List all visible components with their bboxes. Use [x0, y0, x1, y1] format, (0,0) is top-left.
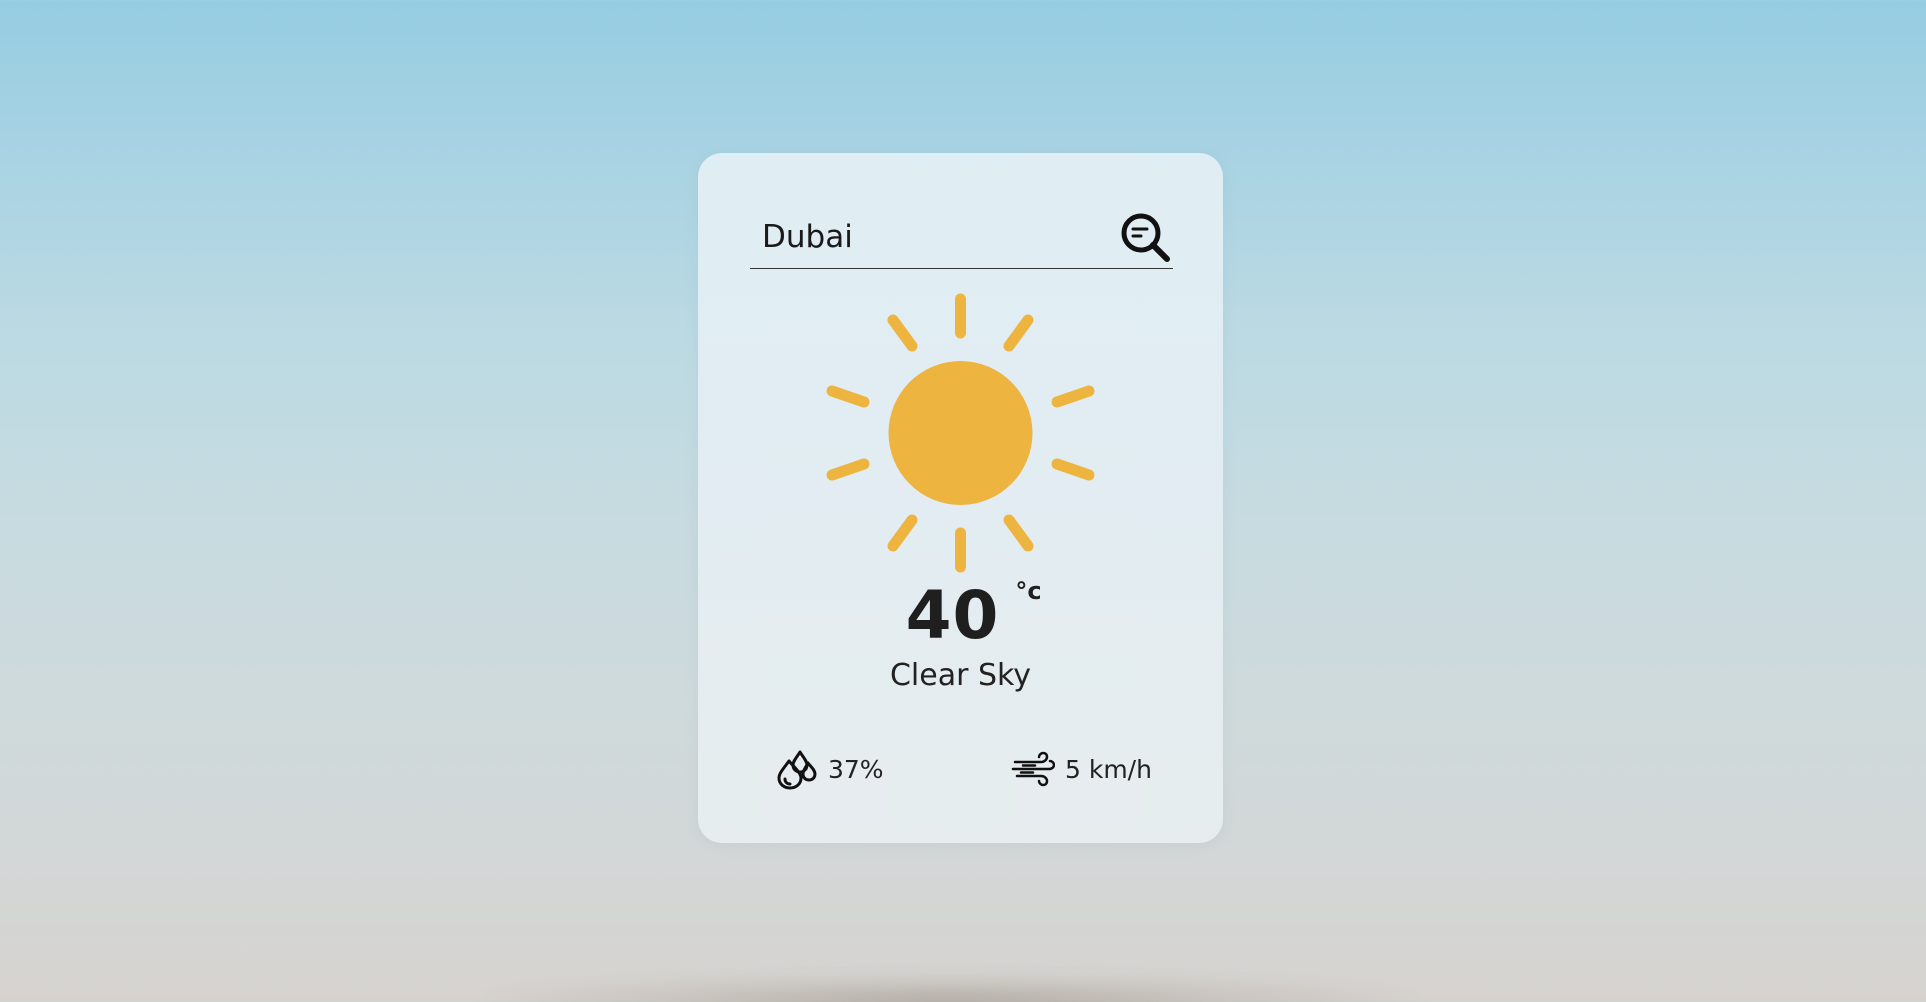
ground-shadow — [480, 972, 1420, 1002]
sun-icon — [826, 293, 1095, 573]
wind-icon — [1011, 751, 1055, 787]
weather-description: Clear Sky — [889, 658, 1032, 693]
humidity-icon — [777, 750, 817, 790]
wind-stat: 5 km/h — [1011, 747, 1152, 791]
temperature-value: 40 — [905, 577, 1000, 654]
temperature: 40 °c — [698, 571, 1223, 661]
weather-icon — [823, 293, 1098, 573]
search-bar — [750, 205, 1173, 269]
wind-speed-value: 5 km/h — [1065, 754, 1152, 784]
humidity-stat: 37% — [774, 747, 884, 791]
humidity-value: 37% — [828, 754, 884, 784]
city-search-input[interactable] — [762, 217, 1102, 257]
search-icon — [1121, 213, 1170, 262]
weather-card: 40 °c Clear Sky 37% 5 km/h — [698, 153, 1223, 843]
search-button[interactable] — [1119, 211, 1173, 265]
temperature-unit: °c — [1015, 577, 1042, 605]
